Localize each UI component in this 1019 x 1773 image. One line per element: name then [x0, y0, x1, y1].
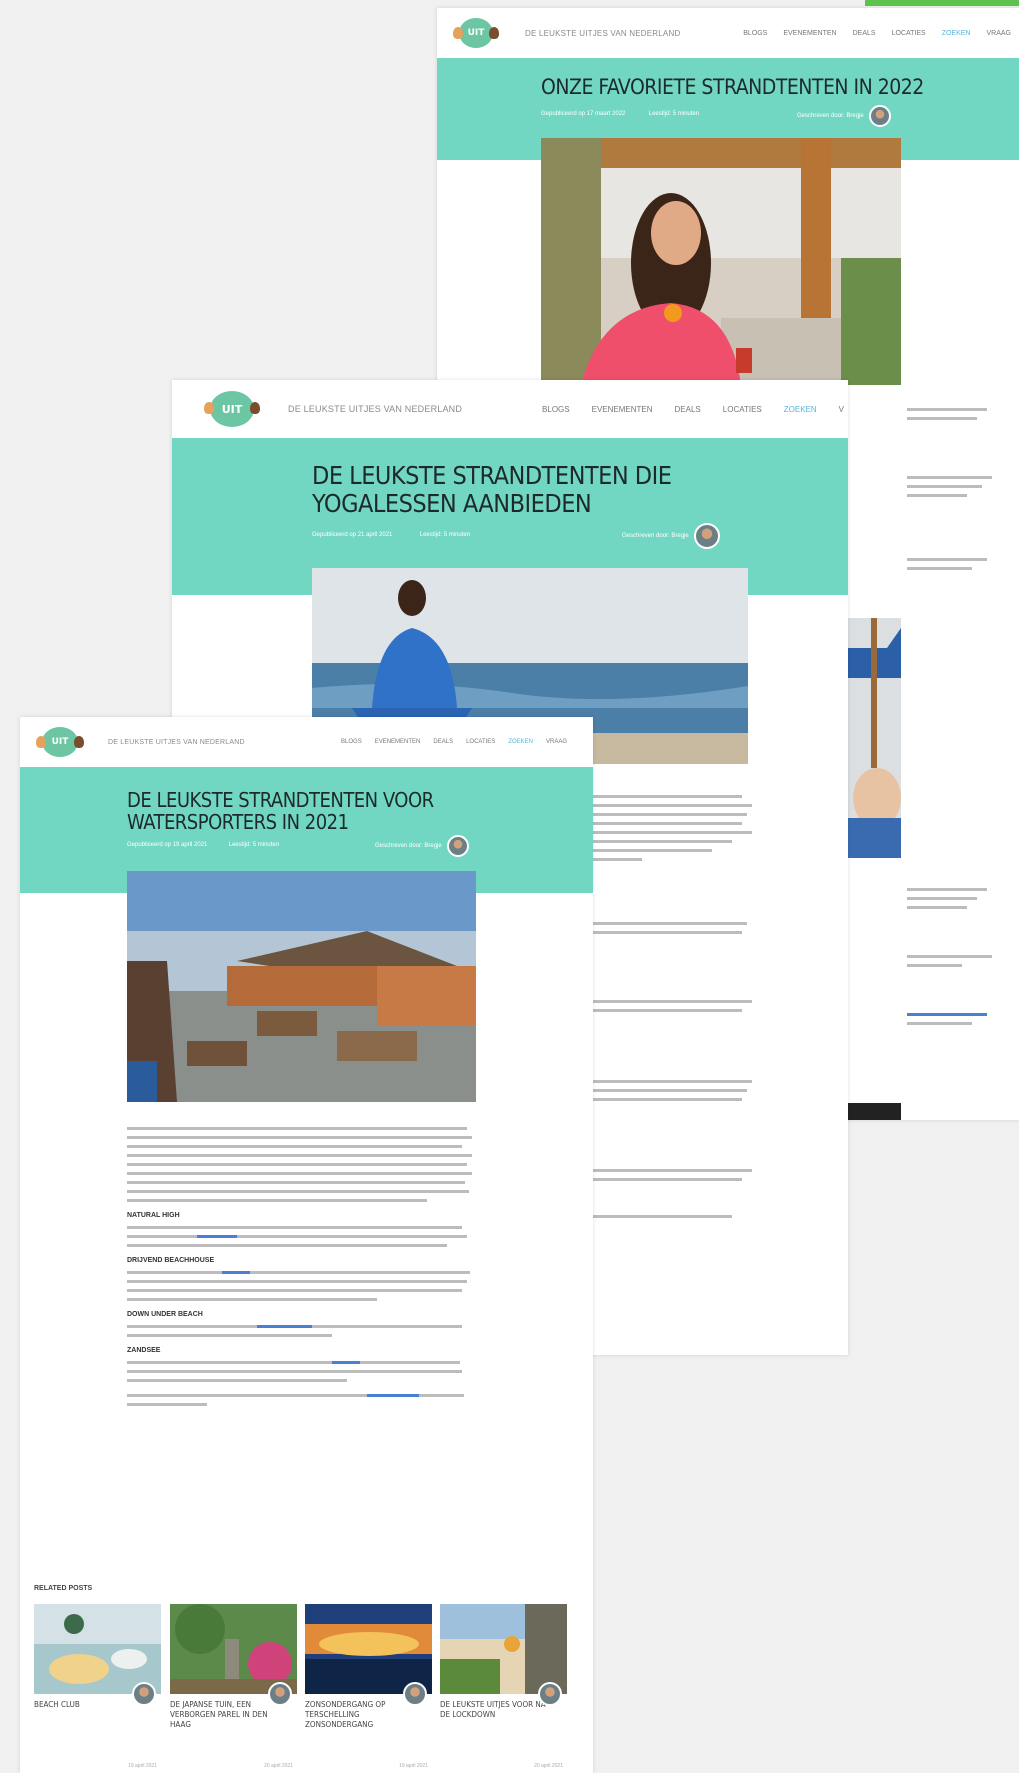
- nav-bar: UIT DE LEUKSTE UITJES VAN NEDERLAND BLOG…: [20, 717, 593, 767]
- related-card-image: [170, 1604, 297, 1694]
- related-card-date: 19 april 2021: [128, 1763, 157, 1769]
- menu-item-deals[interactable]: DEALS: [675, 405, 701, 414]
- menu-item-vraag[interactable]: VRAAG: [546, 739, 567, 745]
- menu-item-locaties[interactable]: LOCATIES: [723, 405, 762, 414]
- read-time: Leestijd: 5 minuten: [419, 532, 471, 538]
- post-meta: Gepubliceerd op 17 maart 2022 Leestijd: …: [541, 111, 699, 117]
- page-title: DE LEUKSTE STRANDTENTEN DIE YOGALESSEN A…: [312, 461, 672, 518]
- nav-bar: UIT DE LEUKSTE UITJES VAN NEDERLAND BLOG…: [172, 380, 848, 438]
- side-text-column: [907, 408, 1002, 576]
- menu-item-blogs[interactable]: BLOGS: [743, 30, 767, 37]
- inline-link[interactable]: [222, 1271, 250, 1274]
- menu-item-evenementen[interactable]: EVENEMENTEN: [375, 739, 421, 745]
- section-heading-down-under-beach: DOWN UNDER BEACH: [127, 1311, 203, 1318]
- page-title-line2: WATERSPORTERS IN 2021: [127, 810, 349, 834]
- post-date: Gepubliceerd op 17 maart 2022: [541, 111, 626, 117]
- author-avatar: [538, 1682, 562, 1706]
- related-card-1[interactable]: BEACH CLUB 19 april 2021: [34, 1604, 161, 1769]
- author-avatar: [868, 105, 891, 127]
- author-avatar: [268, 1682, 292, 1706]
- author-avatar: [403, 1682, 427, 1706]
- side-photo-beach-umbrellas: [847, 618, 901, 858]
- inline-link[interactable]: [257, 1325, 312, 1328]
- related-card-date: 19 april 2021: [399, 1763, 428, 1769]
- photo-beach-terrace-sunset: [127, 871, 476, 1102]
- author-name: Geschreven door: Bregje: [622, 533, 689, 539]
- page-title-line1: DE LEUKSTE STRANDTENTEN VOOR: [127, 788, 434, 812]
- site-tagline: DE LEUKSTE UITJES VAN NEDERLAND: [108, 738, 245, 746]
- main-menu: BLOGS EVENEMENTEN DEALS LOCATIES ZOEKEN …: [542, 405, 848, 414]
- read-time: Leestijd: 5 minuten: [648, 111, 700, 117]
- related-card-image: [440, 1604, 567, 1694]
- related-card-image: [34, 1604, 161, 1694]
- related-card-date: 20 april 2021: [534, 1763, 563, 1769]
- author-avatar: [446, 835, 469, 857]
- menu-item-vraag[interactable]: VRAAG: [986, 30, 1011, 37]
- main-menu: BLOGS EVENEMENTEN DEALS LOCATIES ZOEKEN …: [341, 739, 567, 745]
- related-card-2[interactable]: DE JAPANSE TUIN, EEN VERBORGEN PAREL IN …: [170, 1604, 297, 1769]
- site-logo[interactable]: UIT: [204, 391, 260, 427]
- article-text-right: [592, 795, 762, 1224]
- author-info: Geschreven door: Bregje: [375, 835, 469, 857]
- related-card-image: [305, 1604, 432, 1694]
- post-date: Gepubliceerd op 21 april 2021: [312, 532, 393, 538]
- site-tagline: DE LEUKSTE UITJES VAN NEDERLAND: [288, 404, 463, 414]
- author-avatar: [693, 523, 720, 549]
- section-heading-natural-high: NATURAL HIGH: [127, 1212, 180, 1219]
- menu-item-v[interactable]: V: [839, 405, 844, 414]
- inline-link[interactable]: [332, 1361, 360, 1364]
- nav-bar: UIT DE LEUKSTE UITJES VAN NEDERLAND BLOG…: [437, 8, 1019, 58]
- related-card-3[interactable]: ZONSONDERGANG OP TERSCHELLING ZONSONDERG…: [305, 1604, 432, 1769]
- hero-image-beach-terrace: [127, 871, 476, 1102]
- read-time: Leestijd: 5 minuten: [228, 842, 280, 848]
- menu-item-evenementen[interactable]: EVENEMENTEN: [592, 405, 653, 414]
- site-logo[interactable]: UIT: [36, 727, 84, 757]
- site-logo[interactable]: UIT: [453, 18, 499, 48]
- corner-green-bar: [865, 0, 1019, 6]
- post-meta: Gepubliceerd op 21 april 2021 Leestijd: …: [312, 532, 470, 538]
- author-name: Geschreven door: Bregje: [797, 113, 864, 119]
- section-heading-drijvend-beachhouse: DRIJVEND BEACHHOUSE: [127, 1257, 215, 1264]
- menu-item-blogs[interactable]: BLOGS: [341, 739, 362, 745]
- post-date: Gepubliceerd op 19 april 2021: [127, 842, 208, 848]
- section-heading-zandsee: ZANDSEE: [127, 1347, 161, 1354]
- photo-woman-smiling: [541, 138, 901, 385]
- post-meta: Gepubliceerd op 19 april 2021 Leestijd: …: [127, 842, 279, 848]
- menu-item-zoeken[interactable]: ZOEKEN: [784, 405, 817, 414]
- menu-item-locaties[interactable]: LOCATIES: [466, 739, 495, 745]
- page-title: DE LEUKSTE STRANDTENTEN VOOR WATERSPORTE…: [127, 789, 434, 833]
- author-info: Geschreven door: Bregje: [797, 105, 891, 127]
- side-photo-bottom: [847, 1103, 901, 1120]
- menu-item-deals[interactable]: DEALS: [433, 739, 453, 745]
- menu-item-zoeken[interactable]: ZOEKEN: [942, 30, 971, 37]
- page-title-line2: YOGALESSEN AANBIEDEN: [312, 488, 592, 518]
- author-name: Geschreven door: Bregje: [375, 843, 442, 849]
- related-card-4[interactable]: DE LEUKSTE UITJES VOOR NA DE LOCKDOWN 20…: [440, 1604, 567, 1769]
- related-card-date: 20 april 2021: [264, 1763, 293, 1769]
- menu-item-evenementen[interactable]: EVENEMENTEN: [783, 30, 836, 37]
- main-menu: BLOGS EVENEMENTEN DEALS LOCATIES ZOEKEN …: [743, 30, 1011, 37]
- hero-image-woman-beach-bar: [541, 138, 901, 385]
- related-posts-heading: RELATED POSTS: [34, 1585, 93, 1592]
- author-avatar: [132, 1682, 156, 1706]
- menu-item-blogs[interactable]: BLOGS: [542, 405, 570, 414]
- inline-link[interactable]: [197, 1235, 237, 1238]
- page-title-line1: DE LEUKSTE STRANDTENTEN DIE: [312, 461, 672, 490]
- site-tagline: DE LEUKSTE UITJES VAN NEDERLAND: [525, 28, 681, 38]
- menu-item-locaties[interactable]: LOCATIES: [892, 30, 926, 37]
- menu-item-deals[interactable]: DEALS: [853, 30, 876, 37]
- article-body: NATURAL HIGH DRIJVEND BEACHHOUSE DOWN UN…: [127, 1127, 477, 1412]
- page-title: ONZE FAVORIETE STRANDTENTEN IN 2022: [541, 75, 924, 99]
- screenshot-front-page: UIT DE LEUKSTE UITJES VAN NEDERLAND BLOG…: [20, 717, 593, 1773]
- side-text-column-lower: [907, 888, 1002, 1031]
- author-info: Geschreven door: Bregje: [622, 523, 720, 549]
- menu-item-zoeken[interactable]: ZOEKEN: [508, 739, 533, 745]
- inline-link[interactable]: [367, 1394, 419, 1397]
